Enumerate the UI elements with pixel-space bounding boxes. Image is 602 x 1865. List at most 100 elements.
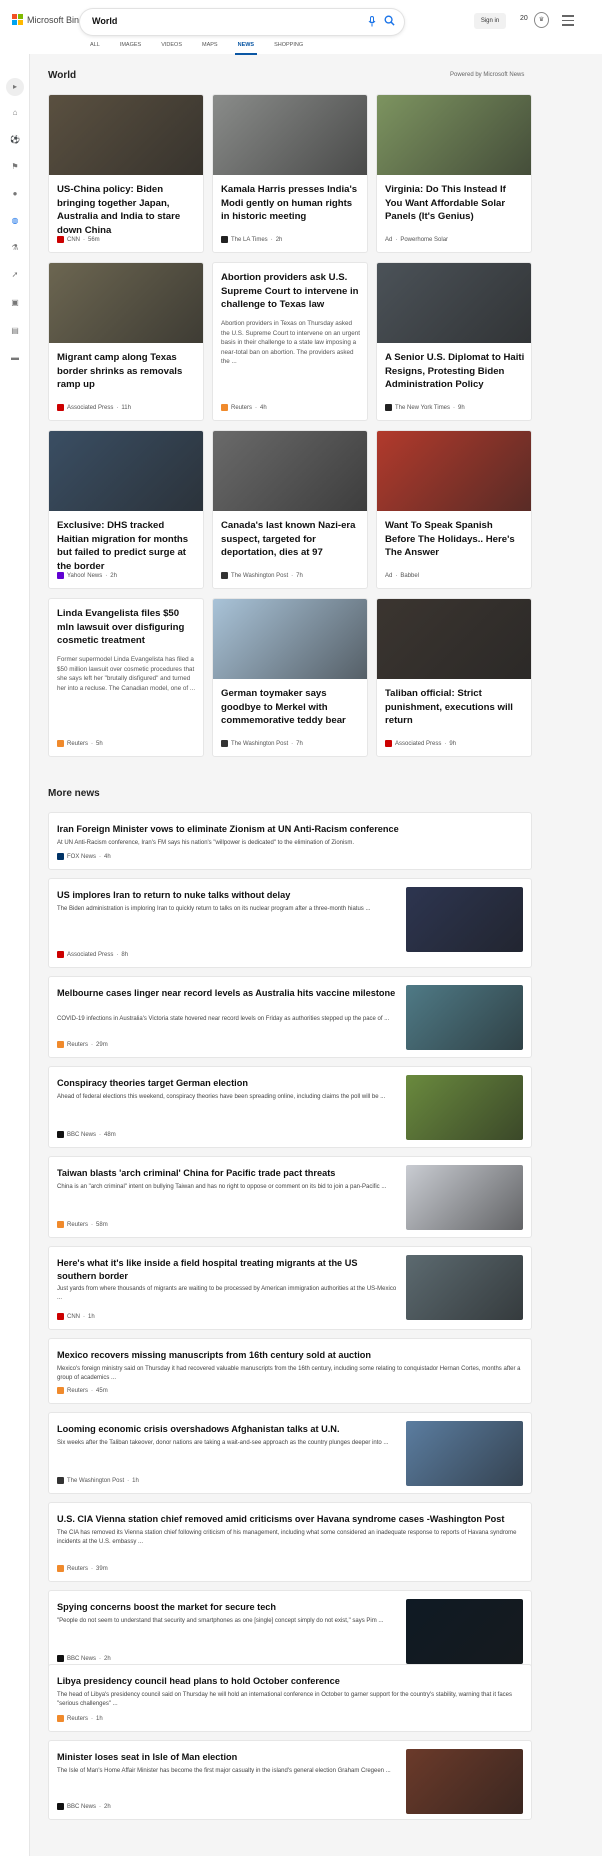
tab-videos[interactable]: VIDEOS — [161, 42, 182, 52]
source-name[interactable]: Babbel — [400, 573, 419, 579]
source-name[interactable]: Reuters — [67, 1042, 88, 1048]
money-icon[interactable]: ▤ — [10, 326, 20, 336]
news-card-image[interactable] — [213, 95, 367, 175]
news-item-title[interactable]: Conspiracy theories target German electi… — [57, 1077, 397, 1090]
news-card-title[interactable]: A Senior U.S. Diplomat to Haiti Resigns,… — [385, 351, 525, 392]
news-card[interactable]: US-China policy: Biden bringing together… — [48, 94, 204, 253]
globe-icon[interactable]: ◍ — [10, 216, 20, 226]
news-card-source[interactable]: The New York Times · 9h — [385, 404, 465, 411]
news-item-source[interactable]: FOX News · 4h — [57, 853, 111, 860]
news-card-title[interactable]: Abortion providers ask U.S. Supreme Cour… — [221, 271, 361, 312]
source-name[interactable]: Associated Press — [67, 952, 113, 958]
news-list-item[interactable]: Looming economic crisis overshadows Afgh… — [48, 1412, 532, 1494]
news-item-source[interactable]: The Washington Post · 1h — [57, 1477, 139, 1484]
source-name[interactable]: BBC News — [67, 1804, 96, 1810]
tab-shopping[interactable]: SHOPPING — [274, 42, 303, 52]
news-card-title[interactable]: Kamala Harris presses India's Modi gentl… — [221, 183, 361, 224]
source-name[interactable]: The New York Times — [395, 405, 450, 411]
tab-news[interactable]: NEWS — [234, 42, 257, 55]
news-item-title[interactable]: Libya presidency council head plans to h… — [57, 1675, 523, 1688]
tab-maps[interactable]: MAPS — [202, 42, 218, 52]
search-input[interactable]: World — [92, 16, 117, 26]
news-card-source[interactable]: Ad · Powerhome Solar — [385, 237, 448, 243]
news-card-title[interactable]: Want To Speak Spanish Before The Holiday… — [385, 519, 525, 560]
news-item-image[interactable] — [406, 985, 523, 1050]
source-name[interactable]: BBC News — [67, 1656, 96, 1662]
news-card-image[interactable] — [213, 599, 367, 679]
news-card-title[interactable]: Exclusive: DHS tracked Haitian migration… — [57, 519, 197, 573]
news-card-source[interactable]: The Washington Post · 7h — [221, 740, 303, 747]
news-card[interactable]: Want To Speak Spanish Before The Holiday… — [376, 430, 532, 589]
news-list-item[interactable]: Conspiracy theories target German electi… — [48, 1066, 532, 1148]
news-item-title[interactable]: US implores Iran to return to nuke talks… — [57, 889, 397, 902]
news-item-image[interactable] — [406, 1165, 523, 1230]
news-card-image[interactable] — [377, 431, 531, 511]
source-name[interactable]: Reuters — [231, 405, 252, 411]
news-card-source[interactable]: Reuters · 4h — [221, 404, 267, 411]
source-name[interactable]: The Washington Post — [231, 573, 288, 579]
source-name[interactable]: CNN — [67, 1314, 80, 1320]
news-card[interactable]: Taliban official: Strict punishment, exe… — [376, 598, 532, 757]
news-list-item[interactable]: Spying concerns boost the market for sec… — [48, 1590, 532, 1672]
source-name[interactable]: Yahoo! News — [67, 573, 102, 579]
news-card[interactable]: Canada's last known Nazi-era suspect, ta… — [212, 430, 368, 589]
news-card-image[interactable] — [49, 431, 203, 511]
news-item-image[interactable] — [406, 887, 523, 952]
microphone-icon[interactable] — [368, 16, 376, 27]
news-card[interactable]: A Senior U.S. Diplomat to Haiti Resigns,… — [376, 262, 532, 421]
rocket-icon[interactable]: ➚ — [10, 270, 20, 280]
news-item-title[interactable]: Melbourne cases linger near record level… — [57, 987, 397, 1000]
news-list-item[interactable]: Iran Foreign Minister vows to eliminate … — [48, 812, 532, 870]
news-item-title[interactable]: Iran Foreign Minister vows to eliminate … — [57, 823, 523, 836]
news-item-title[interactable]: Here's what it's like inside a field hos… — [57, 1257, 397, 1283]
source-name[interactable]: Associated Press — [395, 741, 441, 747]
news-card-title[interactable]: Linda Evangelista files $50 mln lawsuit … — [57, 607, 197, 648]
news-card[interactable]: Migrant camp along Texas border shrinks … — [48, 262, 204, 421]
tab-images[interactable]: IMAGES — [120, 42, 141, 52]
sports-icon[interactable]: ⚽ — [10, 135, 20, 145]
news-card-source[interactable]: Yahoo! News · 2h — [57, 572, 117, 579]
source-name[interactable]: Powerhome Solar — [400, 237, 448, 243]
source-name[interactable]: Reuters — [67, 1388, 88, 1394]
rewards-medal-icon[interactable]: ♛ — [534, 12, 549, 28]
news-item-source[interactable]: Associated Press · 8h — [57, 951, 128, 958]
source-name[interactable]: Reuters — [67, 1566, 88, 1572]
news-item-image[interactable] — [406, 1075, 523, 1140]
news-item-title[interactable]: Mexico recovers missing manuscripts from… — [57, 1349, 523, 1362]
news-card-source[interactable]: CNN · 56m — [57, 236, 100, 243]
news-list-item[interactable]: Libya presidency council head plans to h… — [48, 1664, 532, 1732]
news-item-image[interactable] — [406, 1749, 523, 1814]
news-item-source[interactable]: Reuters · 58m — [57, 1221, 108, 1228]
news-item-source[interactable]: BBC News · 2h — [57, 1655, 111, 1662]
entertainment-icon[interactable]: ▣ — [10, 298, 20, 308]
source-name[interactable]: The LA Times — [231, 237, 268, 243]
news-list-item[interactable]: Mexico recovers missing manuscripts from… — [48, 1338, 532, 1404]
news-card-image[interactable] — [377, 95, 531, 175]
news-item-source[interactable]: BBC News · 48m — [57, 1131, 116, 1138]
news-item-source[interactable]: BBC News · 2h — [57, 1803, 111, 1810]
news-item-title[interactable]: Taiwan blasts 'arch criminal' China for … — [57, 1167, 397, 1180]
news-list-item[interactable]: Minister loses seat in Isle of Man elect… — [48, 1740, 532, 1820]
news-item-source[interactable]: Reuters · 29m — [57, 1041, 108, 1048]
news-list-item[interactable]: U.S. CIA Vienna station chief removed am… — [48, 1502, 532, 1582]
news-card-source[interactable]: Associated Press · 11h — [57, 404, 131, 411]
news-card-source[interactable]: Reuters · 5h — [57, 740, 103, 747]
news-card[interactable]: Kamala Harris presses India's Modi gentl… — [212, 94, 368, 253]
news-list-item[interactable]: Melbourne cases linger near record level… — [48, 976, 532, 1058]
news-card-title[interactable]: Migrant camp along Texas border shrinks … — [57, 351, 197, 392]
science-icon[interactable]: ⚗ — [10, 243, 20, 253]
search-box[interactable]: World — [80, 9, 404, 35]
news-item-title[interactable]: U.S. CIA Vienna station chief removed am… — [57, 1513, 523, 1526]
news-item-title[interactable]: Minister loses seat in Isle of Man elect… — [57, 1751, 397, 1764]
source-name[interactable]: Associated Press — [67, 405, 113, 411]
news-card-source[interactable]: Associated Press · 9h — [385, 740, 456, 747]
news-card-source[interactable]: The LA Times · 2h — [221, 236, 282, 243]
news-item-title[interactable]: Looming economic crisis overshadows Afgh… — [57, 1423, 397, 1436]
news-card-image[interactable] — [377, 599, 531, 679]
news-card-source[interactable]: The Washington Post · 7h — [221, 572, 303, 579]
news-card-image[interactable] — [213, 431, 367, 511]
flag-icon[interactable]: ⚑ — [10, 162, 20, 172]
news-card[interactable]: German toymaker says goodbye to Merkel w… — [212, 598, 368, 757]
news-card-image[interactable] — [49, 263, 203, 343]
location-pin-icon[interactable]: ● — [10, 189, 20, 199]
